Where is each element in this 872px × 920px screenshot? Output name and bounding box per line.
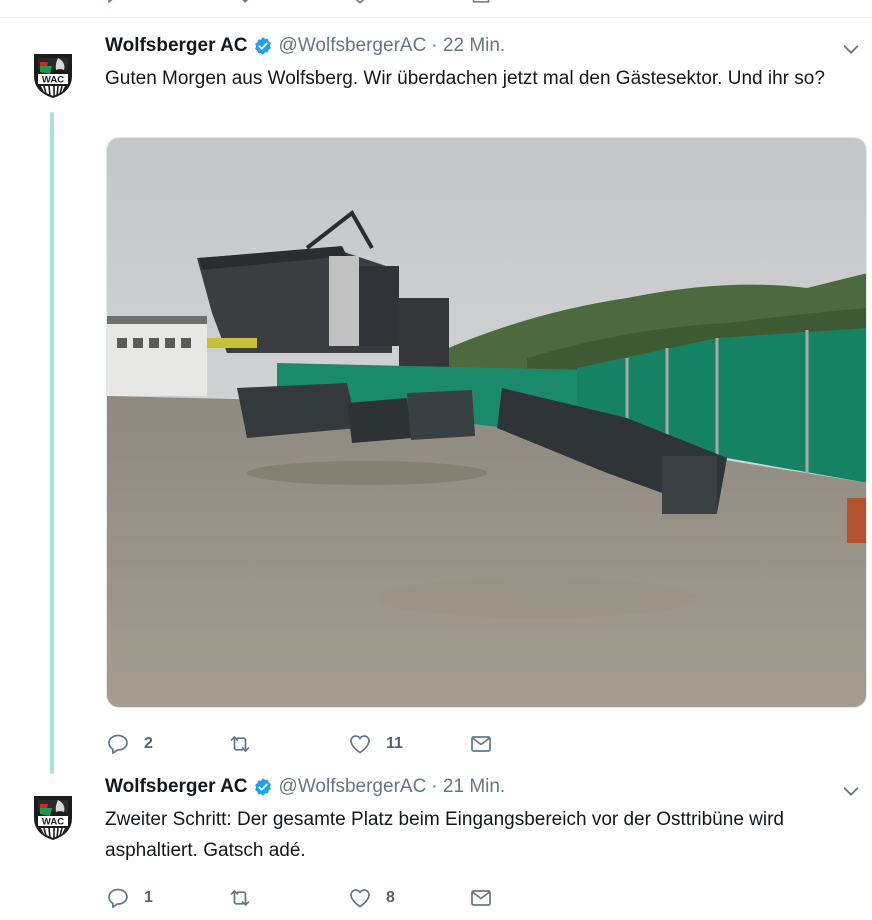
retweet-button[interactable] — [228, 731, 266, 757]
logo-lettering: WAC — [42, 75, 64, 86]
logo-lettering: WAC — [42, 817, 64, 828]
avatar[interactable]: WAC — [22, 782, 84, 844]
avatar[interactable]: WAC — [22, 40, 84, 102]
tweet-actions: 1 8 — [106, 885, 526, 911]
author-name[interactable]: Wolfsberger AC — [105, 35, 248, 57]
heart-icon — [350, 735, 370, 754]
author-handle[interactable]: @WolfsbergerAC — [279, 776, 427, 798]
author-name[interactable]: Wolfsberger AC — [105, 776, 248, 798]
tweet-header: Wolfsberger AC @WolfsbergerAC · 21 Min. — [105, 775, 505, 799]
wac-logo: WAC — [22, 40, 84, 102]
tweet-text: Zweiter Schritt: Der gesamte Platz beim … — [105, 809, 784, 861]
tweet-media-photo[interactable] — [106, 137, 867, 708]
like-button[interactable]: 11 — [348, 731, 403, 757]
like-count: 8 — [386, 889, 395, 906]
like-icon[interactable] — [350, 0, 370, 6]
wac-logo: WAC — [22, 782, 84, 844]
envelope-icon — [471, 890, 491, 906]
divider — [0, 17, 872, 18]
reply-button[interactable]: 1 — [106, 885, 153, 911]
chevron-down-icon[interactable] — [840, 38, 862, 60]
stadium-photo — [107, 138, 866, 707]
thread-connector-line — [50, 112, 54, 774]
author-handle[interactable]: @WolfsbergerAC — [279, 35, 427, 57]
verified-badge-icon — [254, 37, 271, 55]
retweet-icon — [230, 890, 250, 906]
direct-message-button[interactable] — [469, 731, 493, 757]
message-icon[interactable] — [470, 0, 492, 6]
reply-icon[interactable] — [106, 0, 124, 6]
reply-icon — [108, 888, 128, 909]
direct-message-button[interactable] — [469, 885, 493, 911]
previous-tweet-actions — [106, 0, 506, 6]
tweet-header: Wolfsberger AC @WolfsbergerAC · 22 Min. — [105, 34, 505, 58]
heart-icon — [350, 889, 370, 908]
envelope-icon — [471, 736, 491, 752]
tweet-actions: 2 11 — [106, 731, 526, 757]
reply-button[interactable]: 2 — [106, 731, 153, 757]
retweet-icon — [230, 736, 250, 752]
like-count: 11 — [386, 735, 403, 752]
tweet-text: Guten Morgen aus Wolfsberg. Wir überdach… — [105, 68, 825, 89]
chevron-down-icon[interactable] — [840, 780, 862, 802]
like-button[interactable]: 8 — [348, 885, 395, 911]
retweet-button[interactable] — [228, 885, 266, 911]
retweet-icon[interactable] — [230, 0, 252, 6]
tweet-timestamp[interactable]: · 22 Min. — [431, 35, 505, 57]
tweet-timestamp[interactable]: · 21 Min. — [431, 776, 505, 798]
verified-badge-icon — [254, 778, 271, 796]
reply-count: 2 — [144, 735, 153, 752]
reply-icon — [108, 734, 128, 755]
reply-count: 1 — [144, 889, 153, 906]
